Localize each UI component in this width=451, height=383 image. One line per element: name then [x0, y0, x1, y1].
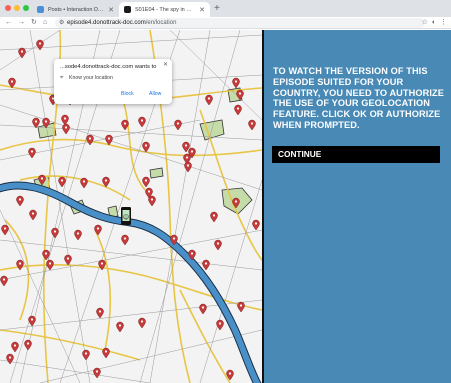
map-pin-icon	[1, 224, 9, 236]
profile-avatar-icon[interactable]: ◐	[432, 19, 436, 26]
map-pin-icon	[184, 161, 192, 173]
map-pin-icon	[199, 303, 207, 315]
forward-button[interactable]: →	[18, 17, 25, 29]
map-pin-icon	[252, 219, 260, 231]
back-button[interactable]: ←	[5, 17, 12, 29]
map-pin-icon	[142, 176, 150, 188]
home-button[interactable]: ⌂	[43, 17, 47, 29]
minimize-window-button[interactable]	[14, 5, 20, 11]
map-pin-icon	[216, 319, 224, 331]
map-pin-icon	[61, 114, 69, 126]
svg-text:☺: ☺	[123, 214, 129, 221]
map-pin-icon	[82, 349, 90, 361]
tab-strip: Posts • Interaction Design Bl... ✕ S01E0…	[0, 0, 451, 17]
tab-favicon-icon	[37, 6, 44, 13]
address-bar[interactable]: ⚙ episode4.donottrack-doc.com/en/locatio…	[55, 18, 425, 28]
map-pin-icon	[29, 209, 37, 221]
new-tab-button[interactable]: +	[214, 3, 220, 14]
maximize-window-button[interactable]	[23, 5, 29, 11]
bookmark-star-icon[interactable]: ☆	[422, 19, 428, 26]
continue-button[interactable]: CONTINUE	[272, 146, 440, 163]
map-pin-icon	[11, 341, 19, 353]
popup-title: ...sode4.donottrack-doc.com wants to	[60, 64, 157, 70]
map-pin-icon	[174, 119, 182, 131]
map-pin-icon	[93, 367, 101, 379]
map-pin-icon	[121, 234, 129, 246]
toolbar-right-icons: ☆ ◐ ⋮	[422, 17, 447, 29]
map-pin-icon	[86, 134, 94, 146]
map-pin-icon	[102, 347, 110, 359]
map-pin-icon	[64, 254, 72, 266]
url-path: /en/location	[145, 20, 177, 26]
permission-request-text: Know your location	[69, 75, 113, 81]
map-pin-icon	[0, 275, 8, 287]
map-pin-icon	[24, 339, 32, 351]
browser-menu-icon[interactable]: ⋮	[440, 19, 447, 26]
allow-button[interactable]: Allow	[149, 91, 161, 97]
map-pin-icon	[74, 229, 82, 241]
browser-toolbar: ← → ↻ ⌂ ⚙ episode4.donottrack-doc.com/en…	[0, 17, 451, 29]
location-permission-popup: ...sode4.donottrack-doc.com wants to ✕ ⌖…	[54, 59, 172, 104]
map-pin-icon	[148, 195, 156, 207]
phone-icon: ☺	[121, 207, 131, 225]
browser-window: Posts • Interaction Design Bl... ✕ S01E0…	[0, 0, 451, 383]
geolocation-panel: TO WATCH THE VERSION OF THIS EPISODE SUI…	[262, 30, 451, 383]
tab-label: Posts • Interaction Design Bl...	[48, 6, 104, 13]
map-pin-icon	[202, 259, 210, 271]
map-pin-icon	[205, 94, 213, 106]
map-pin-icon	[248, 119, 256, 131]
map-pin-icon	[237, 301, 245, 313]
map-pin-icon	[36, 39, 44, 51]
popup-close-button[interactable]: ✕	[163, 61, 168, 68]
tab-close-icon[interactable]: ✕	[108, 6, 114, 14]
url-host: episode4.donottrack-doc.com	[67, 20, 146, 26]
map-pin-icon	[58, 176, 66, 188]
map-pin-icon	[234, 104, 242, 116]
map-pin-icon	[116, 321, 124, 333]
map-pin-icon	[16, 195, 24, 207]
map-pin-icon	[138, 116, 146, 128]
map-pin-icon	[28, 147, 36, 159]
map-pin-icon	[16, 259, 24, 271]
map-pin-icon	[6, 353, 14, 365]
map-pin-icon	[80, 177, 88, 189]
map-pin-icon	[138, 317, 146, 329]
tab-close-icon[interactable]: ✕	[199, 6, 205, 14]
map-pin-icon	[214, 239, 222, 251]
map-pin-icon	[142, 141, 150, 153]
close-window-button[interactable]	[5, 5, 11, 11]
site-info-icon[interactable]: ⚙	[59, 18, 64, 28]
tab-posts[interactable]: Posts • Interaction Design Bl... ✕	[32, 2, 119, 17]
page-content: ☺ TO WATCH THE VERSION OF THIS EPISODE S…	[0, 30, 451, 383]
geolocation-message: TO WATCH THE VERSION OF THIS EPISODE SUI…	[273, 66, 444, 130]
reload-button[interactable]: ↻	[31, 17, 37, 29]
map-pin-icon	[210, 211, 218, 223]
map-pin-icon	[46, 259, 54, 271]
map-pin-icon	[232, 77, 240, 89]
tab-favicon-icon	[124, 6, 131, 13]
block-button[interactable]: Block	[121, 91, 134, 97]
tab-label: S01E04 - The spy in my pocket	[135, 6, 195, 13]
tab-spy-in-my-pocket[interactable]: S01E04 - The spy in my pocket ✕	[119, 2, 210, 17]
map-pin-icon	[96, 307, 104, 319]
map-pin-icon	[94, 224, 102, 236]
map-pin-icon	[18, 47, 26, 59]
map-pin-icon	[62, 123, 70, 135]
map-pin-icon	[51, 227, 59, 239]
map-pin-icon	[28, 315, 36, 327]
location-pin-icon: ⌖	[60, 75, 64, 81]
map-pin-icon	[121, 119, 129, 131]
